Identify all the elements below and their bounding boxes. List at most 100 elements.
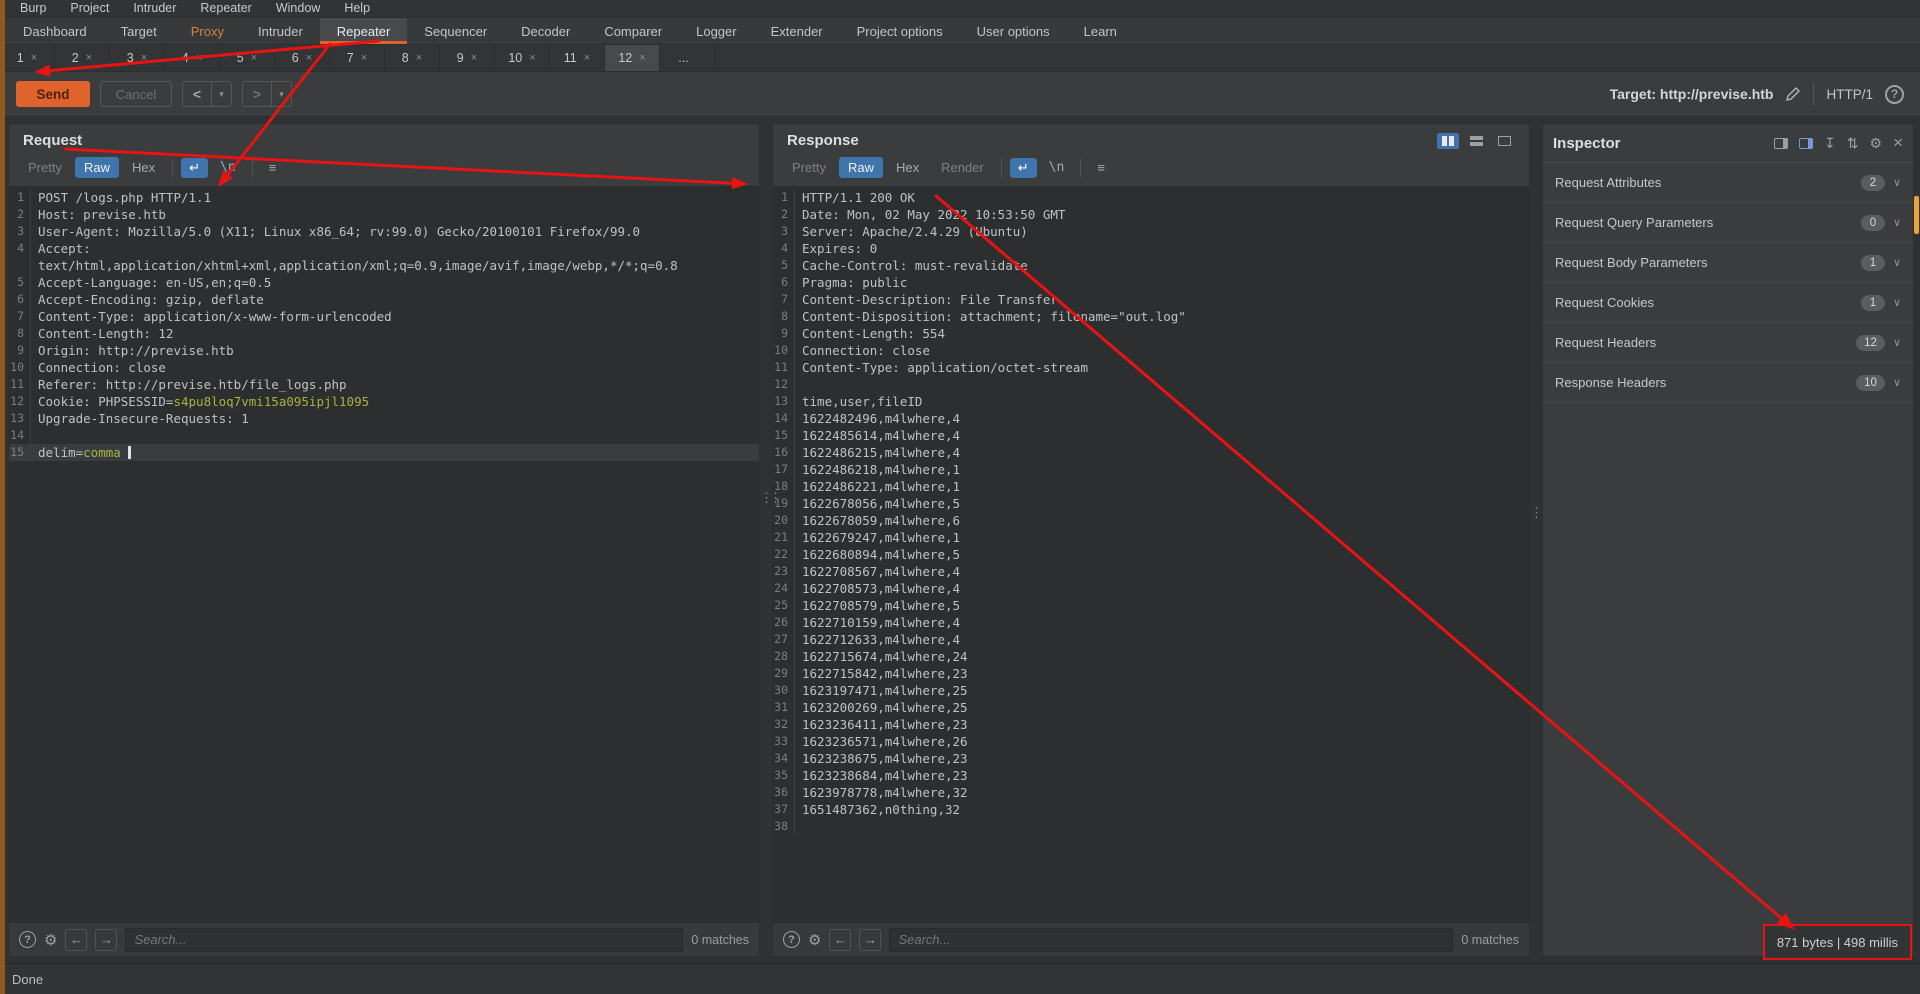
main-tab[interactable]: Target bbox=[104, 18, 174, 44]
close-tab-icon[interactable]: × bbox=[141, 52, 147, 64]
inspector-section[interactable]: Response Headers 10 ∨ bbox=[1543, 363, 1913, 403]
wrap-lines-icon[interactable]: ↵ bbox=[1010, 158, 1037, 178]
close-tab-icon[interactable]: × bbox=[416, 52, 422, 64]
request-view-tab[interactable]: Hex bbox=[123, 157, 164, 178]
main-tab[interactable]: Repeater bbox=[320, 18, 407, 44]
request-view-tab[interactable]: Pretty bbox=[19, 157, 71, 178]
close-tab-icon[interactable]: × bbox=[529, 52, 535, 64]
close-tab-icon[interactable]: × bbox=[306, 52, 312, 64]
main-tab[interactable]: Logger bbox=[679, 18, 753, 44]
search-next-icon[interactable]: → bbox=[95, 929, 117, 951]
main-tab[interactable]: Learn bbox=[1067, 18, 1134, 44]
response-inspector-splitter[interactable]: ⋮⋮ bbox=[1530, 123, 1542, 957]
main-tab[interactable]: Decoder bbox=[504, 18, 587, 44]
show-newlines-icon[interactable]: \n bbox=[212, 158, 244, 177]
main-tab[interactable]: Intruder bbox=[241, 18, 320, 44]
chevron-down-icon[interactable]: ∨ bbox=[1893, 336, 1901, 349]
inspector-section[interactable]: Request Attributes 2 ∨ bbox=[1543, 163, 1913, 203]
chevron-down-icon[interactable]: ∨ bbox=[1893, 256, 1901, 269]
main-tab[interactable]: Sequencer bbox=[407, 18, 504, 44]
menu-item[interactable]: Window bbox=[264, 0, 332, 17]
repeater-tab[interactable]: 6 × bbox=[275, 45, 330, 71]
columns-layout-icon[interactable] bbox=[1437, 133, 1459, 149]
request-search-input[interactable] bbox=[125, 928, 683, 952]
editor-menu-icon[interactable]: ≡ bbox=[1089, 158, 1113, 177]
wrap-lines-icon[interactable]: ↵ bbox=[181, 158, 208, 178]
repeater-tab[interactable]: 11 × bbox=[550, 45, 605, 71]
repeater-tab[interactable]: 8 × bbox=[385, 45, 440, 71]
close-tab-icon[interactable]: × bbox=[361, 52, 367, 64]
help-icon[interactable]: ? bbox=[1885, 85, 1904, 104]
menu-item[interactable]: Project bbox=[58, 0, 121, 17]
search-settings-gear-icon[interactable]: ⚙ bbox=[44, 931, 57, 949]
single-pane-layout-icon[interactable] bbox=[1493, 133, 1515, 149]
chevron-down-icon[interactable]: ∨ bbox=[1893, 176, 1901, 189]
menu-item[interactable]: Intruder bbox=[121, 0, 188, 17]
repeater-tab[interactable]: 4 × bbox=[165, 45, 220, 71]
response-view-tab[interactable]: Hex bbox=[887, 157, 928, 178]
menu-item[interactable]: Help bbox=[332, 0, 382, 17]
editor-menu-icon[interactable]: ≡ bbox=[261, 158, 285, 177]
repeater-tab[interactable]: 12 × bbox=[605, 45, 660, 71]
request-response-splitter[interactable]: ⋮⋮ bbox=[760, 123, 772, 957]
inspector-section[interactable]: Request Cookies 1 ∨ bbox=[1543, 283, 1913, 323]
menu-item[interactable]: Repeater bbox=[188, 0, 263, 17]
previous-request-dropdown[interactable]: ▾ bbox=[211, 82, 231, 106]
dock-bottom-icon[interactable] bbox=[1799, 138, 1813, 149]
edit-target-pencil-icon[interactable] bbox=[1785, 86, 1801, 102]
repeater-tab[interactable]: 7 × bbox=[330, 45, 385, 71]
splitter-drag-icon[interactable]: ⋮⋮ bbox=[760, 490, 778, 506]
close-tab-icon[interactable]: × bbox=[31, 52, 37, 64]
chevron-down-icon[interactable]: ∨ bbox=[1893, 216, 1901, 229]
dock-right-icon[interactable] bbox=[1774, 138, 1788, 149]
inspector-section[interactable]: Request Query Parameters 0 ∨ bbox=[1543, 203, 1913, 243]
close-tab-icon[interactable]: × bbox=[584, 52, 590, 64]
http-version-label[interactable]: HTTP/1 bbox=[1826, 87, 1873, 102]
main-tab[interactable]: Dashboard bbox=[6, 18, 104, 44]
send-button[interactable]: Send bbox=[16, 81, 90, 107]
expand-all-icon[interactable]: ⇅ bbox=[1847, 135, 1859, 152]
repeater-tab[interactable]: 9 × bbox=[440, 45, 495, 71]
close-tab-icon[interactable]: × bbox=[639, 52, 645, 64]
response-view-tab[interactable]: Raw bbox=[839, 157, 883, 178]
menu-item[interactable]: Burp bbox=[8, 0, 58, 17]
close-tab-icon[interactable]: × bbox=[196, 52, 202, 64]
request-editor[interactable]: 1 POST /logs.php HTTP/1.1 2 Host: previs… bbox=[9, 186, 759, 922]
main-tab[interactable]: Proxy bbox=[174, 18, 241, 44]
next-request-dropdown[interactable]: ▾ bbox=[271, 82, 291, 106]
repeater-tab[interactable]: 2 × bbox=[55, 45, 110, 71]
previous-request-button[interactable]: < bbox=[183, 82, 211, 106]
close-tab-icon[interactable]: × bbox=[86, 52, 92, 64]
repeater-tab[interactable]: 3 × bbox=[110, 45, 165, 71]
repeater-tab[interactable]: 5 × bbox=[220, 45, 275, 71]
collapse-all-icon[interactable]: ↧ bbox=[1824, 135, 1836, 152]
search-next-icon[interactable]: → bbox=[859, 929, 881, 951]
main-tab[interactable]: Comparer bbox=[587, 18, 679, 44]
next-request-button[interactable]: > bbox=[243, 82, 271, 106]
inspector-section[interactable]: Request Headers 12 ∨ bbox=[1543, 323, 1913, 363]
inspector-section[interactable]: Request Body Parameters 1 ∨ bbox=[1543, 243, 1913, 283]
chevron-down-icon[interactable]: ∨ bbox=[1893, 296, 1901, 309]
show-newlines-icon[interactable]: \n bbox=[1041, 158, 1073, 177]
repeater-tab[interactable]: 10 × bbox=[495, 45, 550, 71]
main-tab[interactable]: Extender bbox=[754, 18, 840, 44]
rows-layout-icon[interactable] bbox=[1465, 133, 1487, 149]
search-previous-icon[interactable]: ← bbox=[65, 929, 87, 951]
inspector-settings-gear-icon[interactable]: ⚙ bbox=[1870, 135, 1883, 152]
repeater-tab[interactable]: ... bbox=[660, 45, 715, 71]
search-help-icon[interactable]: ? bbox=[19, 931, 36, 948]
close-tab-icon[interactable]: × bbox=[471, 52, 477, 64]
main-tab[interactable]: Project options bbox=[840, 18, 960, 44]
search-settings-gear-icon[interactable]: ⚙ bbox=[808, 931, 821, 949]
inspector-close-icon[interactable]: × bbox=[1893, 133, 1903, 153]
response-view-tab[interactable]: Render bbox=[932, 157, 993, 178]
search-previous-icon[interactable]: ← bbox=[829, 929, 851, 951]
response-search-input[interactable] bbox=[889, 928, 1453, 952]
request-view-tab[interactable]: Raw bbox=[75, 157, 119, 178]
cancel-button[interactable]: Cancel bbox=[100, 81, 172, 107]
chevron-down-icon[interactable]: ∨ bbox=[1893, 376, 1901, 389]
main-tab[interactable]: User options bbox=[960, 18, 1067, 44]
response-view-tab[interactable]: Pretty bbox=[783, 157, 835, 178]
close-tab-icon[interactable]: × bbox=[251, 52, 257, 64]
search-help-icon[interactable]: ? bbox=[783, 931, 800, 948]
